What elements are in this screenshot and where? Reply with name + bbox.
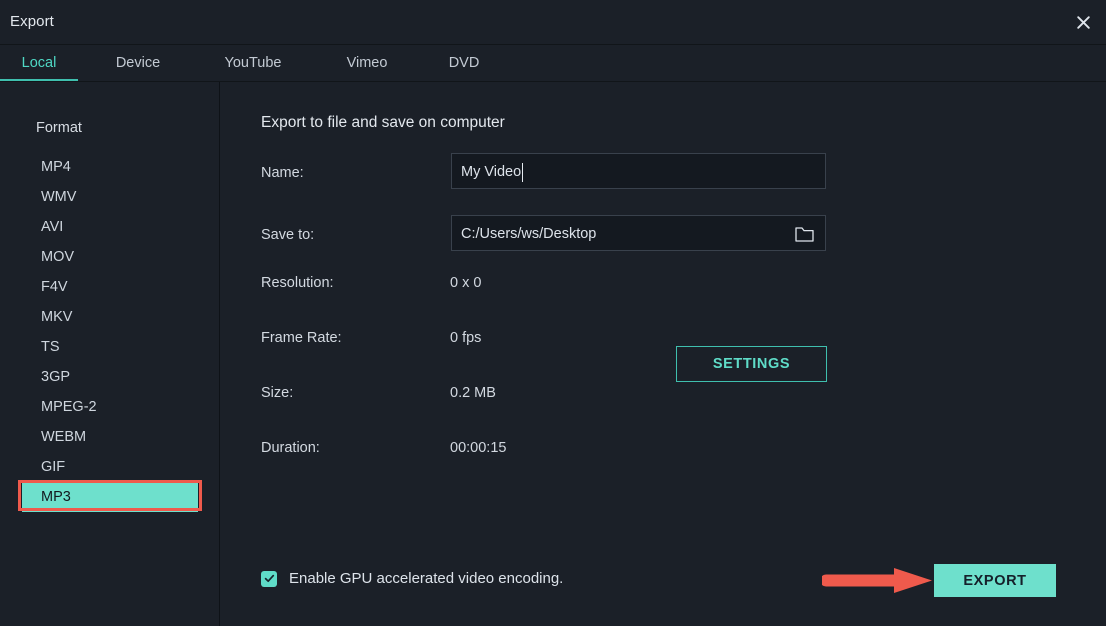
- export-button[interactable]: EXPORT: [934, 564, 1056, 597]
- folder-icon[interactable]: [795, 225, 814, 243]
- name-input[interactable]: My Video: [451, 153, 826, 189]
- right-arrow-annotation: [822, 564, 934, 597]
- frame-rate-label: Frame Rate:: [261, 330, 342, 346]
- gpu-acceleration-checkbox[interactable]: Enable GPU accelerated video encoding.: [261, 570, 563, 587]
- text-cursor: [522, 163, 523, 182]
- format-item-3gp[interactable]: 3GP: [0, 362, 219, 392]
- sidebar-title: Format: [36, 120, 82, 136]
- tab-dvd[interactable]: DVD: [428, 45, 500, 81]
- format-item-mkv[interactable]: MKV: [0, 302, 219, 332]
- format-item-mp3[interactable]: MP3: [22, 482, 198, 512]
- tab-device[interactable]: Device: [92, 45, 184, 81]
- format-sidebar: Format MP4WMVAVIMOVF4VMKVTS3GPMPEG-2WEBM…: [0, 82, 220, 626]
- duration-value: 00:00:15: [450, 440, 506, 456]
- tab-local[interactable]: Local: [0, 45, 78, 81]
- size-label: Size:: [261, 385, 293, 401]
- resolution-value: 0 x 0: [450, 275, 481, 291]
- format-item-mov[interactable]: MOV: [0, 242, 219, 272]
- export-main-panel: Export to file and save on computer Name…: [220, 82, 1106, 626]
- save-to-label: Save to:: [261, 227, 314, 243]
- duration-label: Duration:: [261, 440, 320, 456]
- tab-dvd-label: DVD: [449, 55, 480, 71]
- checkbox-checked-icon: [261, 571, 277, 587]
- tab-youtube-label: YouTube: [225, 55, 282, 71]
- settings-button[interactable]: SETTINGS: [676, 346, 827, 382]
- frame-rate-value: 0 fps: [450, 330, 481, 346]
- tab-vimeo-label: Vimeo: [347, 55, 388, 71]
- close-icon[interactable]: [1068, 7, 1098, 37]
- format-item-gif[interactable]: GIF: [0, 452, 219, 482]
- format-item-avi[interactable]: AVI: [0, 212, 219, 242]
- resolution-label: Resolution:: [261, 275, 334, 291]
- save-to-input-value: C:/Users/ws/Desktop: [461, 216, 596, 252]
- format-list: MP4WMVAVIMOVF4VMKVTS3GPMPEG-2WEBMGIFMP3: [0, 152, 219, 512]
- tab-active-underline: [0, 79, 78, 81]
- page-title: Export to file and save on computer: [261, 114, 505, 132]
- format-item-webm[interactable]: WEBM: [0, 422, 219, 452]
- tab-bar: Local Device YouTube Vimeo DVD: [0, 45, 1106, 82]
- name-label: Name:: [261, 165, 304, 181]
- format-item-mp4[interactable]: MP4: [0, 152, 219, 182]
- name-input-value: My Video: [461, 154, 521, 190]
- tab-local-label: Local: [22, 55, 57, 71]
- tab-device-label: Device: [116, 55, 160, 71]
- format-item-mpeg-2[interactable]: MPEG-2: [0, 392, 219, 422]
- window-titlebar: Export: [0, 0, 1106, 45]
- gpu-acceleration-label: Enable GPU accelerated video encoding.: [289, 570, 563, 587]
- tab-youtube[interactable]: YouTube: [198, 45, 308, 81]
- size-value: 0.2 MB: [450, 385, 496, 401]
- format-item-wmv[interactable]: WMV: [0, 182, 219, 212]
- format-item-ts[interactable]: TS: [0, 332, 219, 362]
- save-to-input[interactable]: C:/Users/ws/Desktop: [451, 215, 826, 251]
- tab-vimeo[interactable]: Vimeo: [325, 45, 409, 81]
- format-item-f4v[interactable]: F4V: [0, 272, 219, 302]
- window-title: Export: [10, 13, 54, 30]
